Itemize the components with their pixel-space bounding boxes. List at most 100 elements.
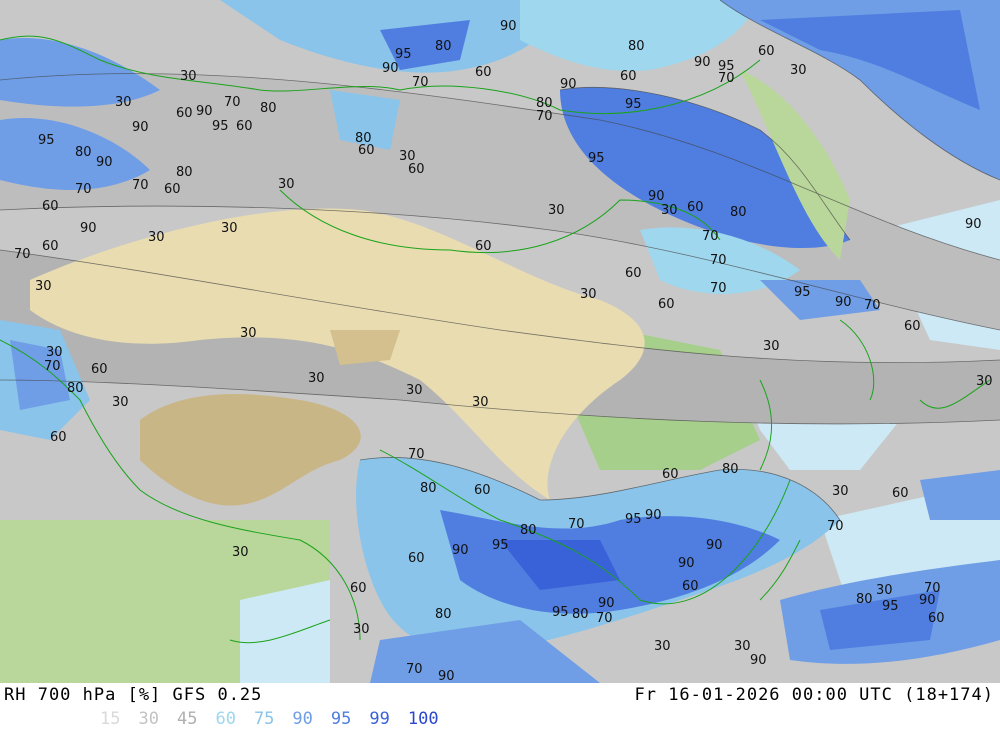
contour-label: 60 (928, 611, 945, 626)
contour-label: 30 (763, 339, 780, 354)
contour-label: 30 (654, 639, 671, 654)
contour-label: 30 (734, 639, 751, 654)
contour-label: 90 (598, 596, 615, 611)
contour-label: 60 (164, 182, 181, 197)
contour-label: 70 (14, 247, 31, 262)
contour-label: 30 (308, 371, 325, 386)
contour-label: 90 (382, 61, 399, 76)
contour-label: 70 (596, 611, 613, 626)
contour-label: 30 (406, 383, 423, 398)
contour-label: 60 (350, 581, 367, 596)
contour-label: 60 (892, 486, 909, 501)
contour-label: 90 (750, 653, 767, 668)
contour-label: 60 (625, 266, 642, 281)
contour-label: 30 (148, 230, 165, 245)
contour-label: 80 (260, 101, 277, 116)
contour-label: 70 (710, 253, 727, 268)
contour-label: 95 (552, 605, 569, 620)
legend-item: 100 (407, 709, 439, 729)
contour-label: 30 (221, 221, 238, 236)
contour-label: 30 (35, 279, 52, 294)
contour-label: 90 (500, 19, 517, 34)
contour-label: 95 (882, 599, 899, 614)
contour-label: 80 (67, 381, 84, 396)
contour-label: 70 (827, 519, 844, 534)
contour-label: 90 (648, 189, 665, 204)
contour-label: 70 (132, 178, 149, 193)
contour-label: 80 (420, 481, 437, 496)
contour-label: 90 (965, 217, 982, 232)
contour-label: 30 (46, 345, 63, 360)
contour-label: 95 (38, 133, 55, 148)
contour-label: 60 (658, 297, 675, 312)
map-footer: RH 700 hPa [%] GFS 0.25 Fr 16-01-2026 00… (0, 683, 1000, 733)
contour-label: 95 (212, 119, 229, 134)
contour-label: 30 (353, 622, 370, 637)
contour-label: 90 (80, 221, 97, 236)
contour-label: 80 (856, 592, 873, 607)
contour-label: 70 (75, 182, 92, 197)
rh-map: 90 80 95 90 80 60 70 60 90 80 95 70 90 9… (0, 0, 1000, 683)
contour-label: 80 (520, 523, 537, 538)
contour-label: 30 (976, 374, 993, 389)
contour-label: 30 (240, 326, 257, 341)
contour-label: 60 (620, 69, 637, 84)
legend-item: 15 (100, 709, 121, 729)
contour-label: 80 (75, 145, 92, 160)
contour-label: 90 (452, 543, 469, 558)
contour-label: 70 (718, 71, 735, 86)
contour-label: 60 (91, 362, 108, 377)
contour-label: 60 (408, 551, 425, 566)
contour-label: 80 (176, 165, 193, 180)
contour-label: 30 (278, 177, 295, 192)
contour-label: 95 (395, 47, 412, 62)
contour-label: 30 (180, 69, 197, 84)
contour-label: 90 (560, 77, 577, 92)
contour-label: 30 (472, 395, 489, 410)
contour-label: 90 (96, 155, 113, 170)
legend-item: 60 (215, 709, 236, 729)
contour-label: 90 (835, 295, 852, 310)
legend-item: 99 (369, 709, 390, 729)
contour-label: 60 (682, 579, 699, 594)
map-title: RH 700 hPa [%] GFS 0.25 (4, 685, 263, 705)
contour-label: 70 (412, 75, 429, 90)
contour-label: 80 (628, 39, 645, 54)
contour-label: 70 (864, 298, 881, 313)
contour-label: 90 (438, 669, 455, 683)
contour-label: 80 (722, 462, 739, 477)
contour-label: 60 (236, 119, 253, 134)
legend-item: 75 (253, 709, 275, 729)
contour-label: 70 (924, 581, 941, 596)
contour-label: 90 (706, 538, 723, 553)
contour-label: 90 (694, 55, 711, 70)
contour-label: 90 (196, 104, 213, 119)
contour-label: 95 (794, 285, 811, 300)
contour-label: 60 (408, 162, 425, 177)
legend-item: 90 (292, 709, 313, 729)
map-canvas: 90 80 95 90 80 60 70 60 90 80 95 70 90 9… (0, 0, 1000, 683)
contour-label: 90 (132, 120, 149, 135)
contour-label: 95 (588, 151, 605, 166)
contour-label: 60 (687, 200, 704, 215)
legend-item: 95 (330, 709, 352, 729)
contour-label: 95 (492, 538, 509, 553)
contour-label: 30 (790, 63, 807, 78)
contour-label: 60 (904, 319, 921, 334)
contour-label: 30 (399, 149, 416, 164)
contour-label: 30 (661, 203, 678, 218)
contour-label: 60 (50, 430, 67, 445)
contour-label: 60 (358, 143, 375, 158)
contour-label: 90 (678, 556, 695, 571)
contour-label: 70 (536, 109, 553, 124)
contour-label: 80 (435, 607, 452, 622)
contour-label: 70 (224, 95, 241, 110)
contour-label: 80 (572, 607, 589, 622)
contour-label: 60 (176, 106, 193, 121)
contour-label: 30 (876, 583, 893, 598)
contour-label: 30 (232, 545, 249, 560)
contour-label: 80 (730, 205, 747, 220)
map-timestamp: Fr 16-01-2026 00:00 UTC (18+174) (634, 685, 994, 705)
contour-label: 95 (625, 97, 642, 112)
contour-label: 30 (115, 95, 132, 110)
